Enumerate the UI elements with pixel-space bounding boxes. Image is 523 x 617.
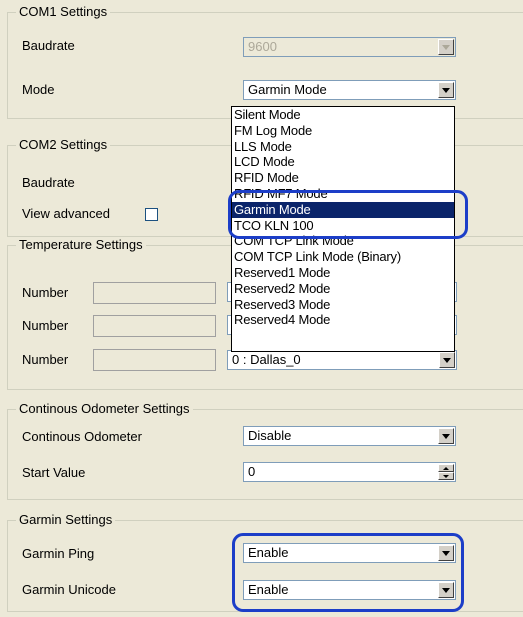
chevron-down-icon[interactable]	[438, 82, 454, 98]
chevron-down-icon[interactable]	[439, 352, 455, 368]
mode-option[interactable]: Reserved4 Mode	[232, 312, 454, 328]
temperature-settings-title: Temperature Settings	[16, 237, 146, 253]
continous-odometer-label: Continous Odometer	[22, 429, 142, 444]
continous-odometer-value: Disable	[248, 428, 292, 443]
spin-down-icon[interactable]	[438, 472, 454, 480]
mode-option[interactable]: LCD Mode	[232, 154, 454, 170]
mode-option[interactable]: Silent Mode	[232, 107, 454, 123]
start-value-label: Start Value	[22, 465, 86, 480]
com2-baudrate-label: Baudrate	[22, 175, 75, 190]
mode-dropdown-list[interactable]: Silent Mode FM Log Mode LLS Mode LCD Mod…	[231, 106, 455, 352]
mode-option[interactable]: Reserved3 Mode	[232, 297, 454, 313]
mode-option[interactable]: Reserved1 Mode	[232, 265, 454, 281]
temperature-number-input[interactable]	[93, 349, 216, 371]
spinner-buttons[interactable]	[438, 464, 454, 480]
garmin-ping-value: Enable	[248, 545, 289, 560]
continous-odometer-select[interactable]: Disable	[243, 426, 456, 446]
odometer-settings-title: Continous Odometer Settings	[16, 401, 193, 417]
garmin-ping-select[interactable]: Enable	[243, 543, 456, 563]
view-advanced-label: View advanced	[22, 206, 110, 221]
mode-option[interactable]: Reserved2 Mode	[232, 281, 454, 297]
chevron-down-icon[interactable]	[438, 545, 454, 561]
chevron-down-icon[interactable]	[438, 428, 454, 444]
com1-mode-value: Garmin Mode	[248, 82, 327, 97]
garmin-settings-title: Garmin Settings	[16, 512, 116, 528]
mode-option[interactable]: RFID MF7 Mode	[232, 186, 454, 202]
temperature-number-input[interactable]	[93, 315, 216, 337]
chevron-down-icon[interactable]	[438, 582, 454, 598]
garmin-unicode-label: Garmin Unicode	[22, 582, 116, 597]
com1-baudrate-label: Baudrate	[22, 38, 75, 53]
com1-baudrate-value: 9600	[248, 39, 277, 54]
temperature-number-input[interactable]	[93, 282, 216, 304]
mode-option[interactable]: COM TCP Link Mode	[232, 233, 454, 249]
temperature-number-label: Number	[22, 352, 69, 367]
garmin-unicode-select[interactable]: Enable	[243, 580, 456, 600]
com1-baudrate-select[interactable]: 9600	[243, 37, 456, 57]
com1-settings-group: COM1 Settings	[7, 4, 523, 119]
com1-mode-select[interactable]: Garmin Mode	[243, 80, 456, 100]
mode-option[interactable]: LLS Mode	[232, 139, 454, 155]
temperature-number-label: Number	[22, 318, 69, 333]
mode-option[interactable]: COM TCP Link Mode (Binary)	[232, 249, 454, 265]
start-value-value: 0	[248, 464, 256, 479]
mode-option[interactable]: TCO KLN 100	[232, 218, 454, 234]
com1-settings-title: COM1 Settings	[16, 4, 111, 20]
temperature-sensor-select[interactable]: 0 : Dallas_0	[227, 350, 457, 370]
odometer-settings-group: Continous Odometer Settings	[7, 401, 523, 500]
temperature-sensor-value: 0 : Dallas_0	[232, 352, 301, 367]
garmin-ping-label: Garmin Ping	[22, 546, 95, 561]
garmin-unicode-value: Enable	[248, 582, 289, 597]
start-value-spinner[interactable]: 0	[243, 462, 456, 482]
mode-option-selected[interactable]: Garmin Mode	[232, 201, 454, 218]
temperature-number-label: Number	[22, 285, 69, 300]
view-advanced-checkbox[interactable]	[145, 208, 158, 221]
mode-option[interactable]: RFID Mode	[232, 170, 454, 186]
spin-up-icon[interactable]	[438, 464, 454, 472]
mode-option[interactable]: FM Log Mode	[232, 123, 454, 139]
com2-settings-title: COM2 Settings	[16, 137, 111, 153]
chevron-down-icon[interactable]	[438, 39, 454, 55]
com1-mode-label: Mode	[22, 82, 55, 97]
